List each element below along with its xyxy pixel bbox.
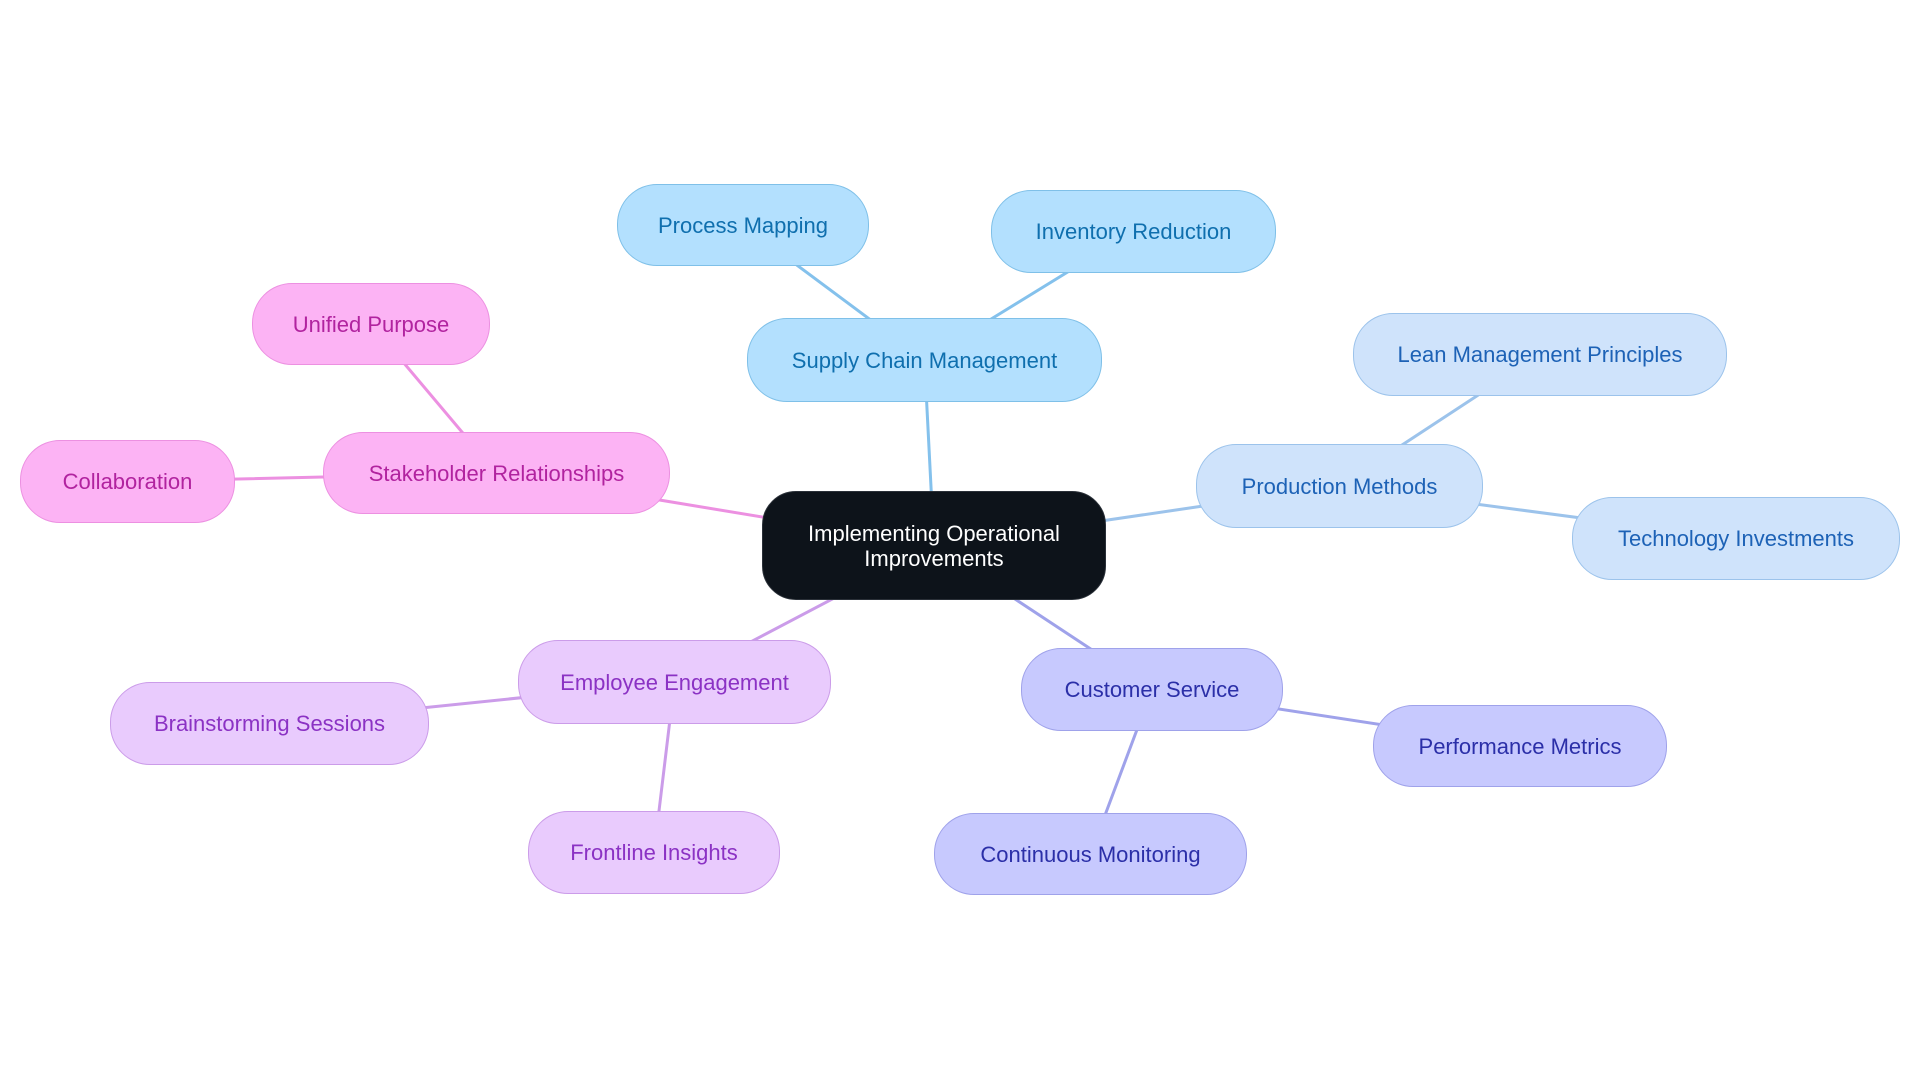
branch-node-stakeholder-relationships[interactable]: Stakeholder Relationships bbox=[323, 432, 670, 514]
node-label: Stakeholder Relationships bbox=[368, 460, 625, 486]
leaf-node-unified-purpose[interactable]: Unified Purpose bbox=[252, 283, 490, 365]
leaf-node-continuous-monitoring[interactable]: Continuous Monitoring bbox=[934, 813, 1247, 895]
leaf-node-lean-management-principles[interactable]: Lean Management Principles bbox=[1353, 313, 1727, 396]
branch-node-employee-engagement[interactable]: Employee Engagement bbox=[518, 640, 831, 724]
branch-node-production-methods[interactable]: Production Methods bbox=[1196, 444, 1483, 528]
root-node-label-line-2: Improvements bbox=[864, 545, 1004, 571]
mindmap-canvas: Implementing Operational Improvements Su… bbox=[0, 0, 1920, 1083]
node-label: Technology Investments bbox=[1617, 526, 1855, 551]
node-label: Process Mapping bbox=[658, 212, 828, 238]
node-label: Performance Metrics bbox=[1418, 733, 1622, 759]
leaf-node-process-mapping[interactable]: Process Mapping bbox=[617, 184, 869, 266]
node-label: Supply Chain Management bbox=[791, 347, 1058, 373]
node-label: Customer Service bbox=[1064, 677, 1240, 702]
node-label: Continuous Monitoring bbox=[980, 841, 1201, 867]
leaf-node-inventory-reduction[interactable]: Inventory Reduction bbox=[991, 190, 1276, 273]
node-label: Unified Purpose bbox=[292, 311, 450, 337]
node-label: Employee Engagement bbox=[560, 669, 789, 695]
leaf-node-technology-investments[interactable]: Technology Investments bbox=[1572, 497, 1900, 580]
leaf-node-collaboration[interactable]: Collaboration bbox=[20, 440, 235, 523]
node-label: Production Methods bbox=[1241, 473, 1438, 499]
leaf-node-brainstorming-sessions[interactable]: Brainstorming Sessions bbox=[110, 682, 429, 765]
node-label: Lean Management Principles bbox=[1397, 342, 1683, 367]
node-label: Brainstorming Sessions bbox=[153, 711, 386, 736]
leaf-node-frontline-insights[interactable]: Frontline Insights bbox=[528, 811, 780, 894]
root-node-label-line-1: Implementing Operational bbox=[808, 520, 1060, 546]
node-label: Collaboration bbox=[62, 469, 193, 494]
branch-node-customer-service[interactable]: Customer Service bbox=[1021, 648, 1283, 731]
branch-node-supply-chain-management[interactable]: Supply Chain Management bbox=[747, 318, 1102, 402]
node-label: Frontline Insights bbox=[570, 840, 738, 865]
node-label: Inventory Reduction bbox=[1035, 219, 1232, 244]
root-node[interactable]: Implementing Operational Improvements bbox=[762, 491, 1106, 600]
leaf-node-performance-metrics[interactable]: Performance Metrics bbox=[1373, 705, 1667, 787]
